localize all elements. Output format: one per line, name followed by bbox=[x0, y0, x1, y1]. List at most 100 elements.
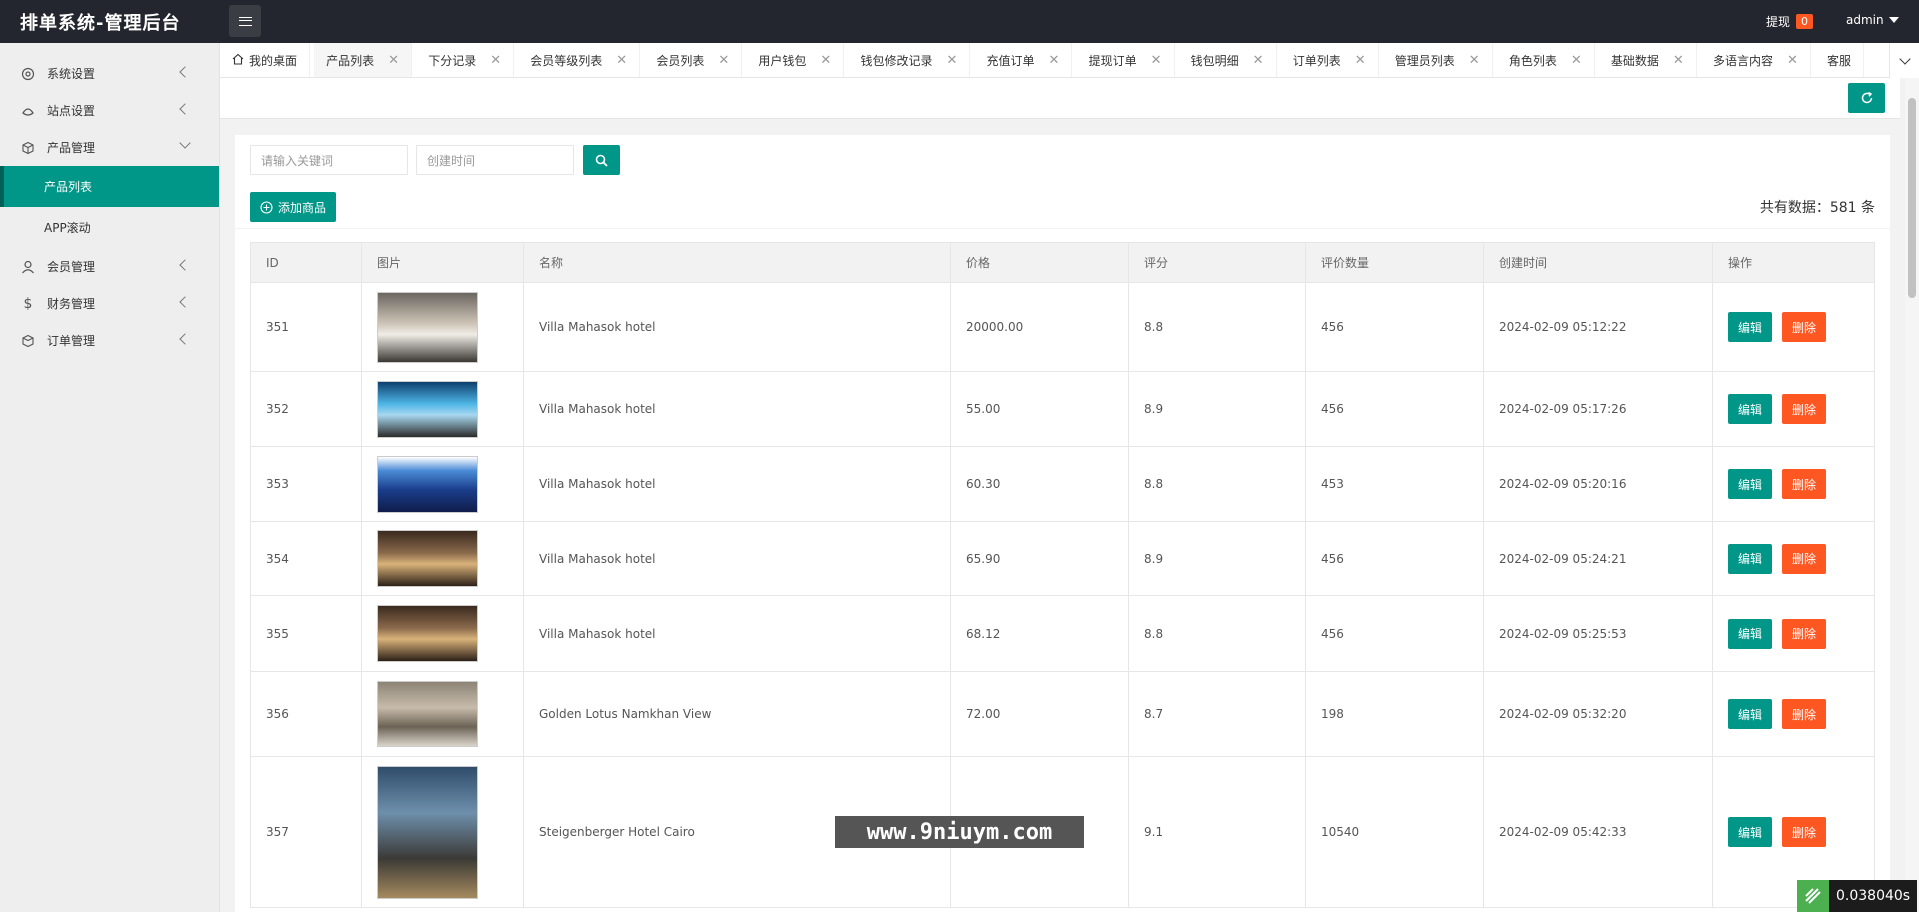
close-icon[interactable]: ✕ bbox=[1151, 53, 1162, 68]
edit-button[interactable]: 编辑 bbox=[1728, 394, 1772, 424]
tab-label: 钱包明细 bbox=[1190, 54, 1239, 68]
tab-product-list[interactable]: 产品列表 ✕ bbox=[314, 43, 413, 77]
close-icon[interactable]: ✕ bbox=[820, 53, 831, 68]
close-icon[interactable]: ✕ bbox=[616, 53, 627, 68]
edit-button[interactable]: 编辑 bbox=[1728, 312, 1772, 342]
edit-button[interactable]: 编辑 bbox=[1728, 469, 1772, 499]
delete-button[interactable]: 删除 bbox=[1782, 394, 1826, 424]
close-icon[interactable]: ✕ bbox=[388, 53, 399, 68]
sidebar-item-member-management[interactable]: 会员管理 bbox=[0, 248, 219, 285]
tab-label: 订单列表 bbox=[1292, 54, 1341, 68]
col-image: 图片 bbox=[361, 242, 524, 283]
close-icon[interactable]: ✕ bbox=[1049, 53, 1060, 68]
tab-label: 下分记录 bbox=[428, 54, 477, 68]
add-product-button[interactable]: 添加商品 bbox=[250, 192, 337, 222]
close-icon[interactable]: ✕ bbox=[1787, 53, 1798, 68]
username: admin bbox=[1846, 13, 1884, 27]
cell-id: 354 bbox=[250, 521, 362, 596]
tab-admin-list[interactable]: 管理员列表 ✕ bbox=[1383, 43, 1493, 77]
page-scrollbar[interactable] bbox=[1905, 78, 1919, 912]
product-image bbox=[377, 605, 478, 662]
tab-wallet-changes[interactable]: 钱包修改记录 ✕ bbox=[848, 43, 971, 77]
close-icon[interactable]: ✕ bbox=[946, 53, 957, 68]
chevron-left-icon bbox=[179, 66, 191, 78]
debug-timer[interactable]: 0.038040s bbox=[1797, 880, 1918, 912]
tab-withdraw-orders[interactable]: 提现订单 ✕ bbox=[1077, 43, 1175, 77]
cell-score: 8.8 bbox=[1128, 446, 1306, 522]
sidebar-subitem-product-list[interactable]: 产品列表 bbox=[0, 166, 219, 207]
delete-button[interactable]: 删除 bbox=[1782, 817, 1826, 847]
close-icon[interactable]: ✕ bbox=[718, 53, 729, 68]
edit-button[interactable]: 编辑 bbox=[1728, 618, 1772, 649]
search-keyword-input[interactable]: 请输入关键词 bbox=[250, 145, 408, 175]
delete-button[interactable]: 删除 bbox=[1782, 543, 1826, 574]
scrollbar-thumb[interactable] bbox=[1908, 98, 1916, 298]
close-icon[interactable]: ✕ bbox=[1673, 53, 1684, 68]
close-icon[interactable]: ✕ bbox=[490, 53, 501, 68]
sidebar-item-site-settings[interactable]: 站点设置 bbox=[0, 92, 219, 129]
edit-button[interactable]: 编辑 bbox=[1728, 817, 1772, 847]
edit-button[interactable]: 编辑 bbox=[1728, 543, 1772, 574]
tab-user-wallet[interactable]: 用户钱包 ✕ bbox=[746, 43, 845, 77]
tab-customer-service[interactable]: 客服 bbox=[1815, 43, 1865, 77]
tab-wallet-details[interactable]: 钱包明细 ✕ bbox=[1179, 43, 1277, 77]
tab-order-list[interactable]: 订单列表 ✕ bbox=[1281, 43, 1379, 77]
cell-price: 68.12 bbox=[950, 595, 1129, 672]
cell-score: 8.7 bbox=[1128, 671, 1306, 757]
tab-member-levels[interactable]: 会员等级列表 ✕ bbox=[518, 43, 641, 77]
cell-reviews: 456 bbox=[1305, 595, 1484, 672]
tab-multilang[interactable]: 多语言内容 ✕ bbox=[1701, 43, 1811, 77]
edit-button[interactable]: 编辑 bbox=[1728, 699, 1772, 729]
table-header-row: ID 图片 名称 价格 评分 评价数量 创建时间 操作 bbox=[250, 242, 1875, 283]
close-icon[interactable]: ✕ bbox=[1253, 53, 1264, 68]
delete-button[interactable]: 删除 bbox=[1782, 312, 1826, 342]
col-actions: 操作 bbox=[1712, 242, 1875, 283]
tab-bar: 我的桌面 产品列表 ✕ 下分记录 ✕ 会员等级列表 ✕ 会员列表 ✕ 用户钱包 ✕ 钱包修… bbox=[220, 43, 1919, 78]
cell-created: 2024-02-09 05:24:21 bbox=[1483, 521, 1713, 596]
cell-reviews: 456 bbox=[1305, 521, 1484, 596]
cell-reviews: 10540 bbox=[1305, 756, 1484, 908]
col-created: 创建时间 bbox=[1483, 242, 1713, 283]
cell-actions: 编辑 删除 bbox=[1712, 371, 1875, 447]
sidebar-item-finance-management[interactable]: $ 财务管理 bbox=[0, 285, 219, 322]
tab-member-list[interactable]: 会员列表 ✕ bbox=[644, 43, 743, 77]
menu-toggle-button[interactable] bbox=[229, 5, 261, 37]
tab-role-list[interactable]: 角色列表 ✕ bbox=[1497, 43, 1595, 77]
delete-button[interactable]: 删除 bbox=[1782, 469, 1826, 499]
sidebar-subitem-app-scroll[interactable]: APP滚动 bbox=[0, 207, 219, 248]
tab-label: 角色列表 bbox=[1508, 54, 1557, 68]
withdraw-notice[interactable]: 提现 0 bbox=[1766, 13, 1814, 30]
tab-recharge-orders[interactable]: 充值订单 ✕ bbox=[975, 43, 1073, 77]
product-image bbox=[377, 455, 478, 513]
tabs-more-button[interactable] bbox=[1889, 43, 1919, 78]
sidebar-item-system-settings[interactable]: 系统设置 bbox=[0, 55, 219, 92]
sidebar-item-label: 站点设置 bbox=[47, 104, 96, 118]
created-time-input[interactable]: 创建时间 bbox=[416, 145, 574, 175]
sidebar-item-product-management[interactable]: 产品管理 bbox=[0, 129, 219, 166]
cell-score: 8.8 bbox=[1128, 282, 1306, 372]
cell-name: Villa Mahasok hotel bbox=[523, 521, 951, 596]
cell-reviews: 198 bbox=[1305, 671, 1484, 757]
search-button[interactable] bbox=[583, 145, 620, 175]
cell-name: Golden Lotus Namkhan View bbox=[523, 671, 951, 757]
table-row: 353 Villa Mahasok hotel 60.30 8.8 453 20… bbox=[250, 446, 1875, 522]
cell-created: 2024-02-09 05:12:22 bbox=[1483, 282, 1713, 372]
user-menu[interactable]: admin bbox=[1846, 13, 1899, 27]
cell-id: 357 bbox=[250, 756, 362, 908]
delete-button[interactable]: 删除 bbox=[1782, 699, 1826, 729]
delete-button[interactable]: 删除 bbox=[1782, 618, 1826, 649]
cell-image bbox=[361, 521, 524, 596]
cell-name: Villa Mahasok hotel bbox=[523, 371, 951, 447]
col-score: 评分 bbox=[1128, 242, 1306, 283]
close-icon[interactable]: ✕ bbox=[1571, 53, 1582, 68]
home-icon bbox=[232, 53, 244, 68]
tab-score-records[interactable]: 下分记录 ✕ bbox=[416, 43, 515, 77]
cell-name: Villa Mahasok hotel bbox=[523, 446, 951, 522]
tab-base-data[interactable]: 基础数据 ✕ bbox=[1599, 43, 1697, 77]
close-icon[interactable]: ✕ bbox=[1355, 53, 1366, 68]
close-icon[interactable]: ✕ bbox=[1469, 53, 1480, 68]
refresh-button[interactable] bbox=[1848, 83, 1885, 113]
chevron-left-icon bbox=[179, 259, 191, 271]
tab-desktop[interactable]: 我的桌面 bbox=[220, 43, 311, 77]
sidebar-item-order-management[interactable]: 订单管理 bbox=[0, 322, 219, 359]
